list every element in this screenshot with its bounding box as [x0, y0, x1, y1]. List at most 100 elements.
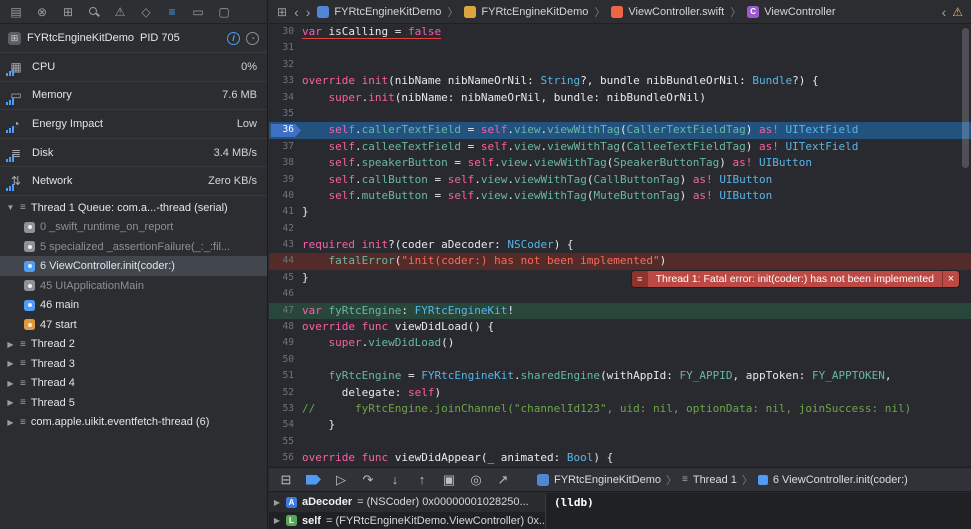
line-number[interactable]: 56 [269, 450, 302, 466]
debug-breadcrumb-item[interactable]: 6 ViewController.init(coder:) [757, 474, 908, 486]
code-line-42[interactable]: 42 [269, 221, 971, 237]
thread-row[interactable]: ▶ ≡ com.apple.uikit.eventfetch-thread (6) [0, 412, 267, 432]
thread-row[interactable]: ▶ ≡ Thread 4 [0, 373, 267, 393]
lldb-console[interactable]: (lldb) [546, 493, 971, 529]
line-number[interactable]: 40 [269, 188, 302, 204]
line-number[interactable]: 31 [269, 40, 302, 56]
code-line-44[interactable]: 44 fatalError("init(coder:) has not been… [269, 253, 971, 270]
line-number[interactable]: 44 [269, 253, 302, 269]
line-number[interactable]: 34 [269, 90, 302, 106]
disclosure-triangle-icon[interactable]: ▶ [6, 379, 15, 388]
line-number-breakpoint[interactable]: 36 [269, 122, 302, 138]
debug-navigator-icon[interactable]: ≡ [165, 4, 179, 20]
breadcrumb-item[interactable]: FYRtcEngineKitDemo [464, 5, 588, 18]
code-line-38[interactable]: 38 self.speakerButton = self.view.viewWi… [269, 155, 971, 171]
code-line-54[interactable]: 54 } [269, 417, 971, 433]
line-number[interactable]: 33 [269, 73, 302, 89]
code-line-37[interactable]: 37 self.calleeTextField = self.view.view… [269, 139, 971, 155]
line-number[interactable]: 49 [269, 335, 302, 351]
code-line-49[interactable]: 49 super.viewDidLoad() [269, 335, 971, 351]
step-into-icon[interactable]: ↓ [388, 472, 402, 487]
line-number[interactable]: 55 [269, 434, 302, 450]
gauge-icon[interactable]: ◔ [246, 31, 259, 45]
back-button[interactable]: ‹ [294, 5, 299, 19]
line-number[interactable]: 54 [269, 417, 302, 433]
gauge-row-energy-impact[interactable]: ◔ Energy Impact Low [0, 110, 267, 139]
step-out-icon[interactable]: ↑ [415, 472, 429, 487]
info-icon[interactable]: i [227, 31, 240, 45]
disclosure-triangle-icon[interactable]: ▶ [6, 398, 15, 407]
code-line-33[interactable]: 33 override init(nibName nibNameOrNil: St… [269, 73, 971, 89]
line-number[interactable]: 51 [269, 368, 302, 384]
code-line-52[interactable]: 52 delegate: self) [269, 385, 971, 401]
thread-row[interactable]: ▶ ≡ Thread 2 [0, 334, 267, 354]
gauge-row-network[interactable]: ⇅ Network Zero KB/s [0, 167, 267, 196]
code-line-48[interactable]: 48 override func viewDidLoad() { [269, 319, 971, 335]
error-banner-close-icon[interactable]: × [942, 271, 959, 287]
simulate-location-icon[interactable]: ↗ [496, 472, 510, 488]
line-number[interactable]: 45 [269, 270, 302, 286]
editor-scrollbar[interactable] [962, 28, 969, 168]
stack-frame[interactable]: 46 main [0, 295, 267, 315]
previous-issue-icon[interactable]: ‹ [942, 5, 947, 19]
report-navigator-icon[interactable]: ▢ [217, 4, 231, 20]
stack-frame[interactable]: 45 UIApplicationMain [0, 276, 267, 296]
code-line-30[interactable]: 30 var isCalling = false [269, 24, 971, 40]
code-line-32[interactable]: 32 [269, 57, 971, 73]
source-editor[interactable]: 30 var isCalling = false 31 32 33 override in… [269, 24, 971, 467]
disclosure-triangle-icon[interactable]: ▶ [273, 516, 281, 525]
line-number[interactable]: 35 [269, 106, 302, 122]
code-line-50[interactable]: 50 [269, 352, 971, 368]
code-line-40[interactable]: 40 self.muteButton = self.view.viewWithT… [269, 188, 971, 204]
disclosure-triangle-icon[interactable]: ▶ [6, 418, 15, 427]
disclosure-triangle-icon[interactable]: ▼ [6, 203, 15, 212]
related-items-icon[interactable]: ⊞ [277, 5, 287, 19]
breakpoints-toggle-icon[interactable] [306, 474, 321, 485]
line-number[interactable]: 30 [269, 24, 302, 40]
step-over-icon[interactable]: ↷ [361, 472, 375, 488]
disclosure-triangle-icon[interactable]: ▶ [6, 340, 15, 349]
line-number[interactable]: 47 [269, 303, 302, 319]
breadcrumb-item[interactable]: C ViewController [747, 5, 836, 18]
disclosure-triangle-icon[interactable]: ▶ [273, 498, 281, 507]
line-number[interactable]: 37 [269, 139, 302, 155]
process-header[interactable]: ⊞ FYRtcEngineKitDemo PID 705 i ◔ [0, 24, 267, 53]
code-line-56[interactable]: 56 override func viewDidAppear(_ animated… [269, 450, 971, 466]
stack-frame[interactable]: 5 specialized _assertionFailure(_:_:fil.… [0, 237, 267, 257]
line-number[interactable]: 42 [269, 221, 302, 237]
thread-row[interactable]: ▶ ≡ Thread 5 [0, 393, 267, 413]
line-number[interactable]: 46 [269, 286, 302, 302]
forward-button[interactable]: › [306, 5, 311, 19]
gauge-row-disk[interactable]: ≣ Disk 3.4 MB/s [0, 139, 267, 168]
search-icon[interactable] [87, 4, 101, 20]
line-number[interactable]: 39 [269, 172, 302, 188]
line-number[interactable]: 50 [269, 352, 302, 368]
disclosure-triangle-icon[interactable]: ▶ [6, 359, 15, 368]
issue-navigator-icon[interactable]: ⚠ [113, 4, 127, 20]
variable-row[interactable]: ▶ AaDecoder = (NSCoder) 0x00000001028250..… [269, 493, 545, 512]
hide-debug-area-icon[interactable]: ⊟ [279, 472, 293, 488]
code-line-47[interactable]: 47 var fyRtcEngine: FYRtcEngineKit! [269, 302, 971, 320]
gauge-row-cpu[interactable]: ▦ CPU 0% [0, 53, 267, 82]
code-line-31[interactable]: 31 [269, 40, 971, 56]
continue-icon[interactable]: ▷ [334, 472, 348, 488]
line-number[interactable]: 53 [269, 401, 302, 417]
breadcrumb-item[interactable]: FYRtcEngineKitDemo [317, 5, 441, 18]
breadcrumb-item[interactable]: ViewController.swift [611, 5, 724, 18]
gauge-row-memory[interactable]: ▭ Memory 7.6 MB [0, 82, 267, 111]
warning-icon[interactable]: ⚠ [952, 5, 963, 19]
code-line-53[interactable]: 53// fyRtcEngine.joinChannel("channelId1… [269, 401, 971, 417]
code-line-34[interactable]: 34 super.init(nibName: nibNameOrNil, bun… [269, 90, 971, 106]
code-line-55[interactable]: 55 [269, 434, 971, 450]
line-number[interactable]: 43 [269, 237, 302, 253]
line-number[interactable]: 38 [269, 155, 302, 171]
code-line-46[interactable]: 46 [269, 286, 971, 302]
thread-row[interactable]: ▶ ≡ Thread 3 [0, 354, 267, 374]
code-line-35[interactable]: 35 [269, 106, 971, 122]
memory-graph-icon[interactable]: ◎ [469, 472, 483, 488]
view-debugger-icon[interactable]: ▣ [442, 472, 456, 488]
symbol-navigator-icon[interactable]: ⊞ [61, 4, 75, 20]
code-line-41[interactable]: 41} [269, 204, 971, 220]
project-navigator-icon[interactable]: ▤ [9, 4, 23, 20]
code-line-39[interactable]: 39 self.callButton = self.view.viewWithT… [269, 172, 971, 188]
